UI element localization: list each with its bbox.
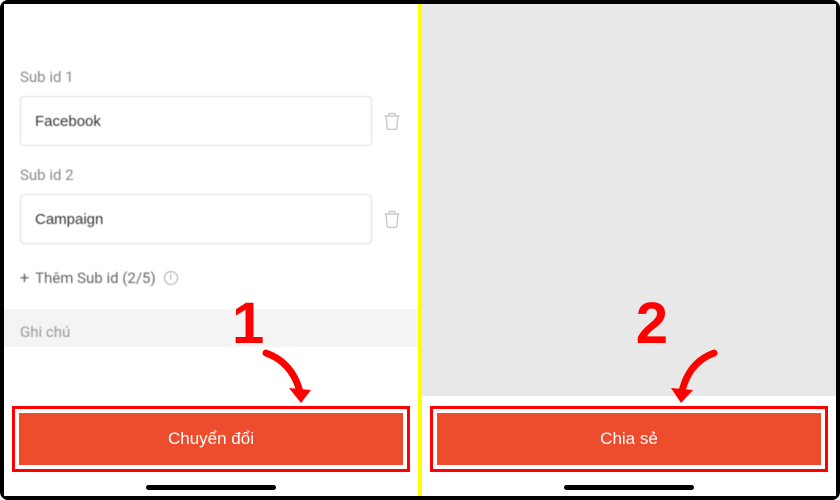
app-frame: Sub id 1 Sub id 2: [0, 0, 840, 500]
bottom-bar-left: Chuyển đổi: [4, 396, 418, 496]
highlight-box-1: Chuyển đổi: [12, 406, 410, 472]
sub-id-1-input[interactable]: [20, 96, 372, 146]
share-button[interactable]: Chia sẻ: [437, 413, 821, 465]
highlight-box-2: Chia sẻ: [430, 406, 828, 472]
plus-icon: +: [20, 268, 29, 287]
info-icon[interactable]: i: [164, 271, 178, 285]
add-sub-id-label: Thêm Sub id (2/5): [35, 269, 156, 287]
add-sub-id-button[interactable]: + Thêm Sub id (2/5) i: [20, 268, 402, 287]
note-label: Ghi chú: [20, 323, 402, 341]
right-empty-content: [422, 4, 836, 396]
sub-id-2-input[interactable]: [20, 194, 372, 244]
form-content: Sub id 1 Sub id 2: [4, 48, 418, 396]
trash-icon[interactable]: [382, 209, 402, 229]
home-indicator: [146, 485, 276, 490]
bottom-bar-right: Chia sẻ: [422, 396, 836, 496]
sub-id-1-label: Sub id 1: [20, 68, 402, 86]
convert-button[interactable]: Chuyển đổi: [19, 413, 403, 465]
panel-right: Chia sẻ: [422, 4, 836, 496]
field-sub-id-1: Sub id 1: [20, 68, 402, 146]
home-indicator: [564, 485, 694, 490]
trash-icon[interactable]: [382, 111, 402, 131]
note-section: Ghi chú: [4, 309, 418, 347]
field-sub-id-2: Sub id 2: [20, 166, 402, 244]
sub-id-2-label: Sub id 2: [20, 166, 402, 184]
panel-left: Sub id 1 Sub id 2: [4, 4, 418, 496]
